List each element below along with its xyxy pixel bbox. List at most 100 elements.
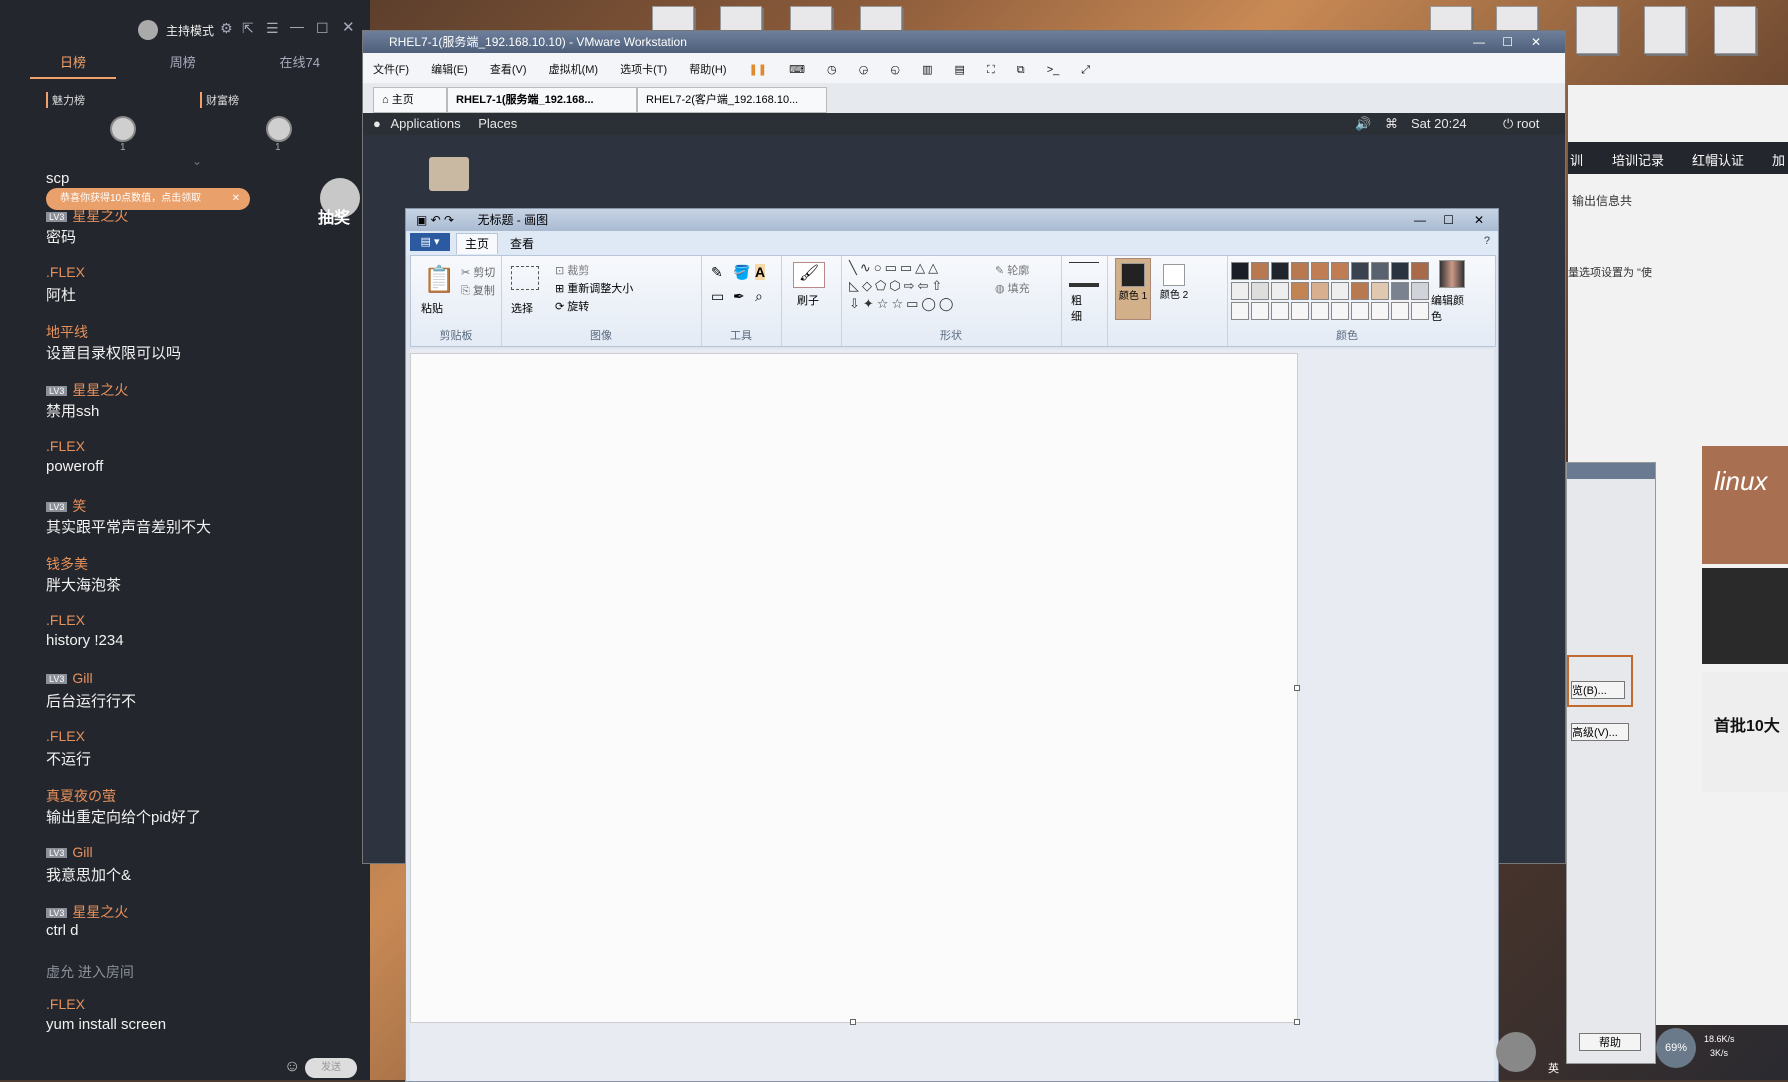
color-swatch[interactable] — [1271, 282, 1289, 300]
chat-username[interactable]: 钱多美 — [46, 554, 356, 574]
cpu-usage-badge[interactable]: 69% — [1656, 1028, 1696, 1068]
chat-username[interactable]: Gill — [72, 844, 92, 860]
color-swatch[interactable] — [1251, 262, 1269, 280]
color-swatch[interactable] — [1411, 262, 1429, 280]
rotate-button[interactable]: ⟳ 旋转 — [555, 298, 589, 314]
unity-icon[interactable]: ⧉ — [1017, 64, 1025, 77]
paste-button[interactable]: 粘贴 — [421, 300, 443, 316]
color1-button[interactable]: 颜色 1 — [1115, 258, 1151, 320]
size-button[interactable]: 粗细 — [1071, 292, 1085, 324]
color-swatch[interactable] — [1331, 262, 1349, 280]
close-icon[interactable]: ✕ — [1474, 209, 1484, 231]
resize-handle[interactable] — [1294, 1019, 1300, 1025]
file-menu-button[interactable]: ▤ ▾ — [410, 233, 450, 251]
color-swatch[interactable] — [1391, 302, 1409, 320]
help-icon[interactable]: ? — [1484, 235, 1490, 247]
snapshot-restore-icon[interactable]: ◶ — [859, 63, 869, 76]
color-swatch[interactable] — [1291, 302, 1309, 320]
popout-icon[interactable]: ⇱ — [242, 20, 254, 37]
menu-view[interactable]: 查看(V) — [490, 61, 527, 77]
brush-button[interactable]: 刷子 — [797, 292, 819, 308]
edit-colors-icon[interactable] — [1439, 260, 1465, 288]
maximize-icon[interactable]: ☐ — [1443, 209, 1454, 231]
color2-button[interactable]: 颜色 2 — [1157, 258, 1191, 318]
network-icon[interactable]: ⌘ — [1385, 113, 1398, 135]
color-swatch[interactable] — [1371, 282, 1389, 300]
send-keys-icon[interactable]: ⌨ — [789, 63, 805, 76]
resize-handle[interactable] — [1294, 685, 1300, 691]
minimize-icon[interactable]: — — [290, 18, 304, 34]
color-swatch[interactable] — [1351, 302, 1369, 320]
color-swatch[interactable] — [1291, 262, 1309, 280]
color-swatch[interactable] — [1311, 262, 1329, 280]
shapes-gallery[interactable]: ╲∿○▭▭△△ — [849, 260, 941, 276]
color-swatch[interactable] — [1231, 302, 1249, 320]
nav-item[interactable]: 培训记录 — [1612, 150, 1664, 169]
color-swatch[interactable] — [1391, 282, 1409, 300]
text-tool-icon[interactable]: A — [755, 264, 766, 280]
minimize-icon[interactable]: — — [1473, 31, 1485, 53]
chat-username[interactable]: .FLEX — [46, 438, 356, 458]
tab-home[interactable]: 主页 — [456, 233, 498, 254]
paste-icon[interactable]: 📋 — [423, 266, 455, 292]
console-icon[interactable]: >_ — [1047, 64, 1060, 76]
shapes-gallery-row[interactable]: ⇩✦☆☆▭◯◯ — [849, 296, 956, 312]
color-swatch[interactable] — [1371, 302, 1389, 320]
resize-handle[interactable] — [850, 1019, 856, 1025]
color-swatch[interactable] — [1251, 302, 1269, 320]
color-swatch[interactable] — [1411, 282, 1429, 300]
browse-button[interactable]: 览(B)... — [1571, 681, 1625, 699]
copy-button[interactable]: ⎘ 复制 — [461, 282, 495, 298]
resize-button[interactable]: ⊞ 重新调整大小 — [555, 280, 633, 296]
wealth-rank-label[interactable]: 财富榜 — [200, 92, 239, 108]
places-menu[interactable]: Places — [464, 116, 517, 131]
help-button[interactable]: 帮助 — [1579, 1033, 1641, 1051]
color-swatch[interactable] — [1331, 282, 1349, 300]
advanced-button[interactable]: 高级(V)... — [1571, 723, 1629, 741]
pencil-icon[interactable]: ✎ — [711, 264, 723, 281]
user-menu[interactable]: ⏻ root — [1503, 113, 1539, 135]
menu-tabs[interactable]: 选项卡(T) — [620, 61, 667, 77]
chat-username[interactable]: .FLEX — [46, 264, 356, 284]
menu-edit[interactable]: 编辑(E) — [431, 61, 468, 77]
tab-rhel7-1[interactable]: RHEL7-1(服务端_192.168... — [447, 87, 637, 113]
desktop-file-icon[interactable] — [1714, 6, 1756, 54]
snapshot-manager-icon[interactable]: ◵ — [890, 63, 900, 76]
charm-rank-label[interactable]: 魅力榜 — [46, 92, 85, 108]
brush-icon[interactable]: 🖌 — [793, 262, 825, 288]
promo-banner[interactable]: linux — [1702, 446, 1788, 564]
snapshot-icon[interactable]: ◷ — [827, 63, 837, 76]
drawing-canvas[interactable] — [410, 353, 1298, 1023]
promo-banner[interactable] — [1702, 568, 1788, 664]
color-swatch[interactable] — [1351, 262, 1369, 280]
minimize-icon[interactable]: — — [1414, 209, 1426, 231]
fill-button[interactable]: ◍ 填充 — [995, 280, 1030, 296]
avatar[interactable] — [266, 116, 292, 142]
send-button[interactable]: 发送 — [305, 1058, 357, 1078]
crop-button[interactable]: ⊡ 裁剪 — [555, 262, 589, 278]
tab-view[interactable]: 查看 — [510, 235, 534, 252]
select-icon[interactable] — [511, 266, 539, 290]
volume-icon[interactable]: 🔊 — [1355, 113, 1371, 135]
chat-username[interactable]: 笑 — [72, 498, 86, 514]
pause-icon[interactable]: ❚❚ — [749, 63, 767, 76]
applications-menu[interactable]: Applications — [384, 116, 460, 131]
color-swatch[interactable] — [1271, 262, 1289, 280]
emoji-icon[interactable]: ☺ — [284, 1058, 300, 1076]
color-swatch[interactable] — [1311, 282, 1329, 300]
nav-item[interactable]: 红帽认证 — [1692, 150, 1744, 169]
color-swatch[interactable] — [1311, 302, 1329, 320]
chevron-down-icon[interactable]: ⌄ — [192, 154, 202, 168]
nav-item[interactable]: 训 — [1570, 150, 1583, 169]
promo-banner[interactable]: 首批10大 — [1702, 672, 1788, 792]
outline-button[interactable]: ✎ 轮廓 — [995, 262, 1029, 278]
tab-daily[interactable]: 日榜 — [30, 52, 117, 79]
menu-help[interactable]: 帮助(H) — [689, 61, 726, 77]
color-swatch[interactable] — [1291, 282, 1309, 300]
close-icon[interactable]: ✕ — [1531, 31, 1541, 53]
color-swatch[interactable] — [1271, 302, 1289, 320]
close-icon[interactable]: ✕ — [342, 18, 355, 36]
eraser-icon[interactable]: ▭ — [711, 288, 724, 305]
magnifier-icon[interactable]: ⌕ — [755, 288, 763, 305]
cut-button[interactable]: ✂ 剪切 — [461, 264, 495, 280]
